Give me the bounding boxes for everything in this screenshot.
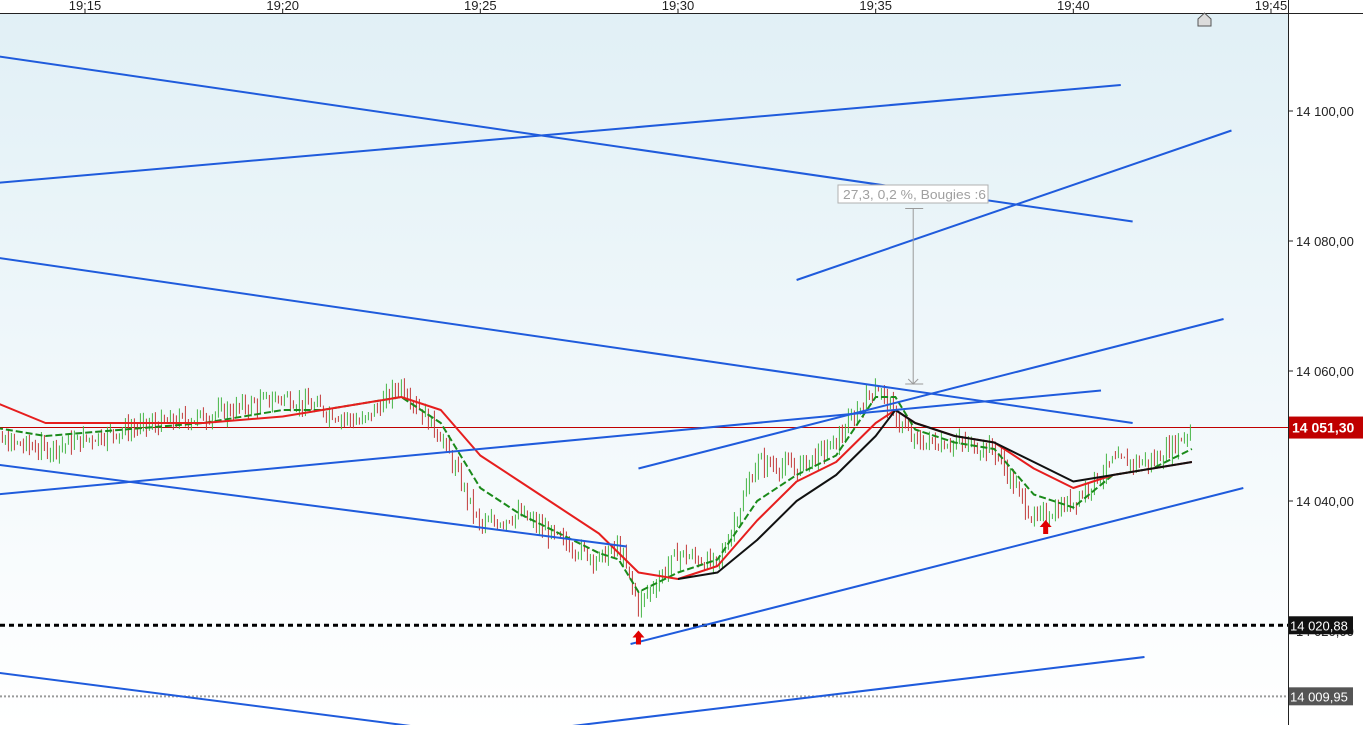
y-tick-label: 14 040,00 bbox=[1296, 494, 1354, 509]
y-tick-label: 14 060,00 bbox=[1296, 364, 1354, 379]
x-tick-label: 19:40 bbox=[1057, 0, 1090, 13]
x-tick-label: 19:15 bbox=[69, 0, 102, 13]
low-level-badge: 14 009,95 bbox=[1290, 689, 1348, 704]
measure-label: 27,3, 0,2 %, Bougies :6 bbox=[843, 187, 986, 202]
support-level-badge: 14 020,88 bbox=[1290, 618, 1348, 633]
y-tick-label: 14 100,00 bbox=[1296, 104, 1354, 119]
plot-background bbox=[0, 14, 1288, 725]
price-chart[interactable]: 27,3, 0,2 %, Bougies :6 19:15 19:20 19:25 1… bbox=[0, 0, 1363, 725]
x-tick-label: 19:20 bbox=[266, 0, 299, 13]
x-tick-label: 19:45 bbox=[1255, 0, 1288, 13]
chart-container: 27,3, 0,2 %, Bougies :6 19:15 19:20 19:25 1… bbox=[0, 0, 1363, 725]
x-tick-label: 19:25 bbox=[464, 0, 497, 13]
x-tick-label: 19:35 bbox=[859, 0, 892, 13]
x-tick-label: 19:30 bbox=[662, 0, 695, 13]
y-tick-label: 14 080,00 bbox=[1296, 234, 1354, 249]
current-price-badge: 14 051,30 bbox=[1292, 420, 1354, 436]
